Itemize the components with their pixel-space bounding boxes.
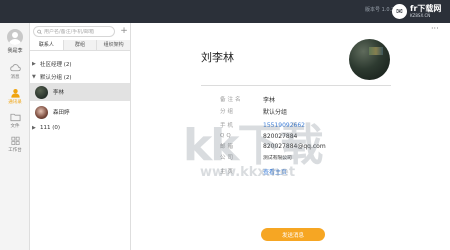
field-remark: 备注名 李林: [220, 95, 276, 104]
field-value: 820027884: [263, 132, 298, 140]
field-qq: QQ 820027884: [220, 132, 297, 140]
group-label: 默认分组 (2): [40, 75, 72, 81]
phone-link[interactable]: 15519092662: [263, 122, 305, 129]
nav-label-contacts: 通讯录: [8, 100, 22, 105]
group-default[interactable]: ▼ 默认分组 (2): [32, 72, 72, 82]
folder-icon: [10, 113, 20, 122]
nav-label-files: 文件: [10, 124, 20, 129]
group-community-managers[interactable]: ▶ 社区经理 (2): [32, 59, 72, 69]
brand-name: fr下载网: [410, 4, 442, 13]
contact-name: 李林: [53, 90, 65, 96]
tab-contacts[interactable]: 联系人: [30, 40, 64, 50]
list-item[interactable]: 李林: [30, 83, 130, 101]
contact-avatar: [35, 85, 48, 99]
group-111[interactable]: ▶ 111 (0): [32, 123, 60, 133]
nav-item-contacts[interactable]: 通讯录: [0, 86, 30, 110]
nav-item-workbench[interactable]: 工作台: [0, 134, 30, 158]
brand-url: KZ8SX.CN: [410, 13, 431, 18]
contact-tabs: 联系人 群组 组织架构: [30, 40, 132, 51]
nav-label-messages: 消息: [10, 75, 20, 80]
field-group: 分组 默认分组: [220, 107, 288, 116]
profile-panel: ··· 刘李林 备注名 李林 分组 默认分组 手机 15519092662 QQ…: [131, 23, 450, 250]
left-nav: 我是李 消息 通讯录 文件 工作台: [0, 23, 30, 250]
field-value: 李林: [263, 96, 276, 104]
search-box: [33, 26, 115, 37]
brand-icon: ✉: [392, 4, 407, 19]
field-key: 手机: [220, 123, 236, 129]
list-item[interactable]: 森田婷: [30, 103, 130, 121]
group-label: 111 (0): [40, 125, 61, 131]
search-input[interactable]: [44, 28, 114, 35]
avatar[interactable]: [7, 29, 23, 45]
nav-item-files[interactable]: 文件: [0, 110, 30, 134]
caret-right-icon: ▶: [32, 61, 36, 67]
nav-label-workbench: 工作台: [8, 148, 22, 153]
contact-panel: + 联系人 群组 组织架构 ▶ 社区经理 (2) ▼ 默认分组 (2) 李林 森…: [30, 23, 132, 250]
field-key: 主页: [220, 169, 236, 175]
version-label: 版本号 1.0.2: [365, 7, 395, 13]
brand-logo: ✉ fr下载网 KZ8SX.CN: [392, 3, 448, 20]
field-key: 邮箱: [220, 144, 236, 150]
field-value: 820027884@qq.com: [263, 142, 326, 150]
field-key: 公司: [220, 155, 236, 161]
send-message-button[interactable]: 发送消息: [261, 228, 325, 241]
field-phone: 手机 15519092662: [220, 121, 305, 130]
nav-item-messages[interactable]: 消息: [0, 61, 30, 85]
homepage-link[interactable]: 查看主页: [263, 167, 287, 176]
more-options-icon[interactable]: ···: [431, 24, 439, 33]
field-value: 默认分组: [263, 108, 288, 116]
contact-avatar: [35, 105, 48, 119]
field-key: 备注名: [220, 97, 243, 103]
tab-org-chart[interactable]: 组织架构: [97, 40, 132, 50]
search-icon: [37, 29, 42, 34]
contact-name: 森田婷: [53, 110, 70, 116]
title-bar: 版本号 1.0.2 ✉ fr下载网 KZ8SX.CN: [0, 0, 450, 23]
profile-name: 刘李林: [201, 51, 234, 64]
caret-right-icon: ▶: [32, 125, 36, 131]
field-email: 邮箱 820027884@qq.com: [220, 142, 326, 151]
profile-photo: [349, 39, 390, 80]
cloud-icon: [9, 64, 21, 72]
field-homepage: 主页 查看主页: [220, 167, 287, 176]
field-company: 公司 测试有限公司: [220, 153, 292, 161]
contacts-icon: [10, 88, 20, 98]
field-value: 测试有限公司: [263, 155, 292, 161]
grid-icon: [10, 136, 20, 145]
field-key: QQ: [220, 133, 233, 139]
group-label: 社区经理 (2): [40, 62, 72, 68]
divider: [201, 85, 391, 86]
tab-groups[interactable]: 群组: [63, 40, 98, 50]
add-contact-button[interactable]: +: [119, 26, 129, 37]
field-key: 分组: [220, 109, 236, 115]
caret-down-icon: ▼: [32, 74, 36, 80]
username-label: 我是李: [7, 48, 23, 54]
